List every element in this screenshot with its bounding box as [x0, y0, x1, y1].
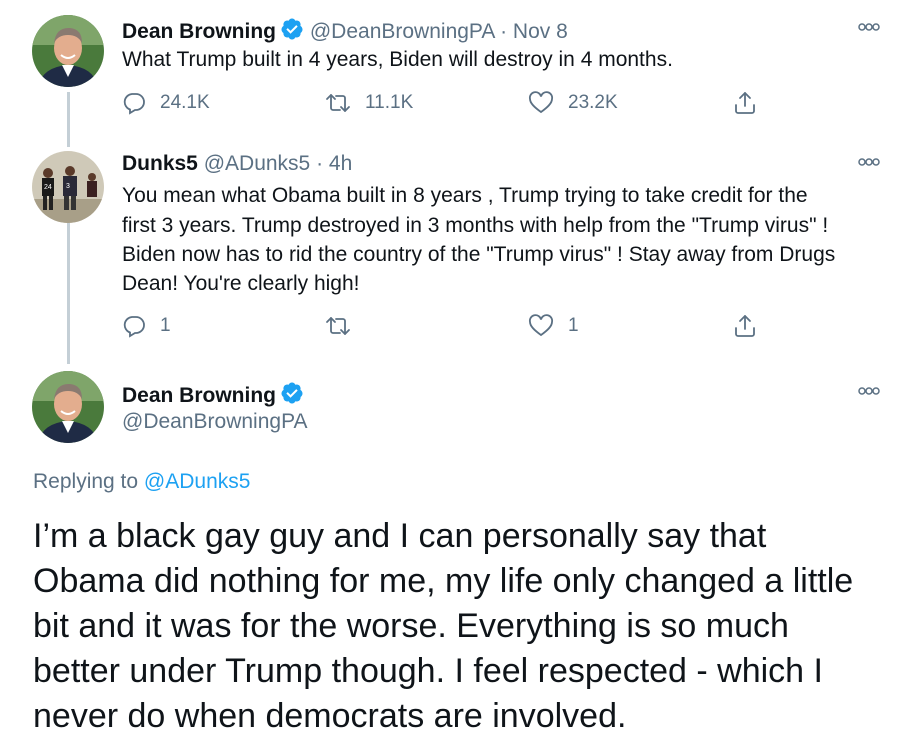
- verified-badge-icon: [280, 381, 304, 411]
- retweet-button[interactable]: 11.1K: [325, 88, 413, 118]
- separator: ·: [500, 20, 508, 43]
- tweet-text-line: I’m a black gay guy and I can personally…: [33, 517, 767, 555]
- like-button[interactable]: 1: [528, 311, 579, 341]
- replying-to-label: Replying to: [33, 470, 139, 493]
- more-icon[interactable]: [858, 386, 880, 396]
- like-count: 23.2K: [568, 92, 618, 113]
- author-handle[interactable]: @DeanBrowningPA: [122, 410, 308, 434]
- tweet-text-line: bit and it was for the worse. Everything…: [33, 607, 789, 645]
- author-handle[interactable]: @ADunks5: [204, 152, 311, 175]
- like-count: 1: [568, 315, 579, 336]
- like-button[interactable]: 23.2K: [528, 88, 618, 118]
- author-name[interactable]: Dunks5: [122, 152, 198, 175]
- reply-button[interactable]: 24.1K: [122, 88, 210, 118]
- tweet-text-line: first 3 years. Trump destroyed in 3 mont…: [122, 214, 829, 237]
- reply-button[interactable]: 1: [122, 311, 171, 341]
- share-icon: [733, 313, 757, 339]
- svg-text:3: 3: [66, 183, 70, 190]
- retweet-icon: [325, 314, 351, 338]
- tweet-text-line: Obama did nothing for me, my life only c…: [33, 562, 854, 600]
- share-button[interactable]: [733, 88, 757, 118]
- timestamp[interactable]: 4h: [329, 152, 352, 175]
- verified-badge-icon: [280, 17, 304, 47]
- tweet-header: Dean Browning: [122, 381, 304, 411]
- reply-count: 24.1K: [160, 92, 210, 113]
- more-icon[interactable]: [858, 22, 880, 32]
- tweet-text-line: never do when democrats are involved.: [33, 697, 627, 735]
- author-name[interactable]: Dean Browning: [122, 384, 276, 407]
- share-button[interactable]: [733, 311, 757, 341]
- avatar[interactable]: 24 3: [32, 151, 104, 223]
- thread-connector: [67, 222, 70, 364]
- tweet-text-line: Dean! You're clearly high!: [122, 272, 360, 295]
- tweet-text-line: You mean what Obama built in 8 years , T…: [122, 184, 808, 207]
- like-icon: [528, 91, 554, 115]
- author-handle[interactable]: @DeanBrowningPA: [310, 20, 494, 43]
- timestamp[interactable]: Nov 8: [513, 20, 568, 43]
- tweet-text: What Trump built in 4 years, Biden will …: [122, 48, 673, 71]
- tweet-header: Dean Browning @DeanBrowningPA · Nov 8: [122, 17, 568, 47]
- tweet-header: Dunks5 @ADunks5 · 4h: [122, 152, 352, 176]
- more-icon[interactable]: [858, 157, 880, 167]
- retweet-count: 11.1K: [365, 92, 414, 113]
- thread-connector: [67, 92, 70, 147]
- avatar[interactable]: [32, 15, 104, 87]
- reply-icon: [122, 91, 146, 115]
- retweet-icon: [325, 91, 351, 115]
- like-icon: [528, 314, 554, 338]
- reply-icon: [122, 314, 146, 338]
- separator: ·: [316, 152, 324, 175]
- svg-text:24: 24: [44, 184, 52, 191]
- share-icon: [733, 90, 757, 116]
- reply-count: 1: [160, 315, 171, 336]
- tweet-text-line: better under Trump though. I feel respec…: [33, 652, 823, 690]
- avatar[interactable]: [32, 371, 104, 443]
- tweet-text: I’m a black gay guy and I can personally…: [33, 514, 853, 739]
- retweet-button[interactable]: [325, 311, 351, 341]
- replying-to: Replying to @ADunks5: [33, 470, 250, 494]
- mention-link[interactable]: @ADunks5: [144, 470, 251, 493]
- author-name[interactable]: Dean Browning: [122, 20, 276, 43]
- tweet-text-line: Biden now has to rid the country of the …: [122, 243, 836, 266]
